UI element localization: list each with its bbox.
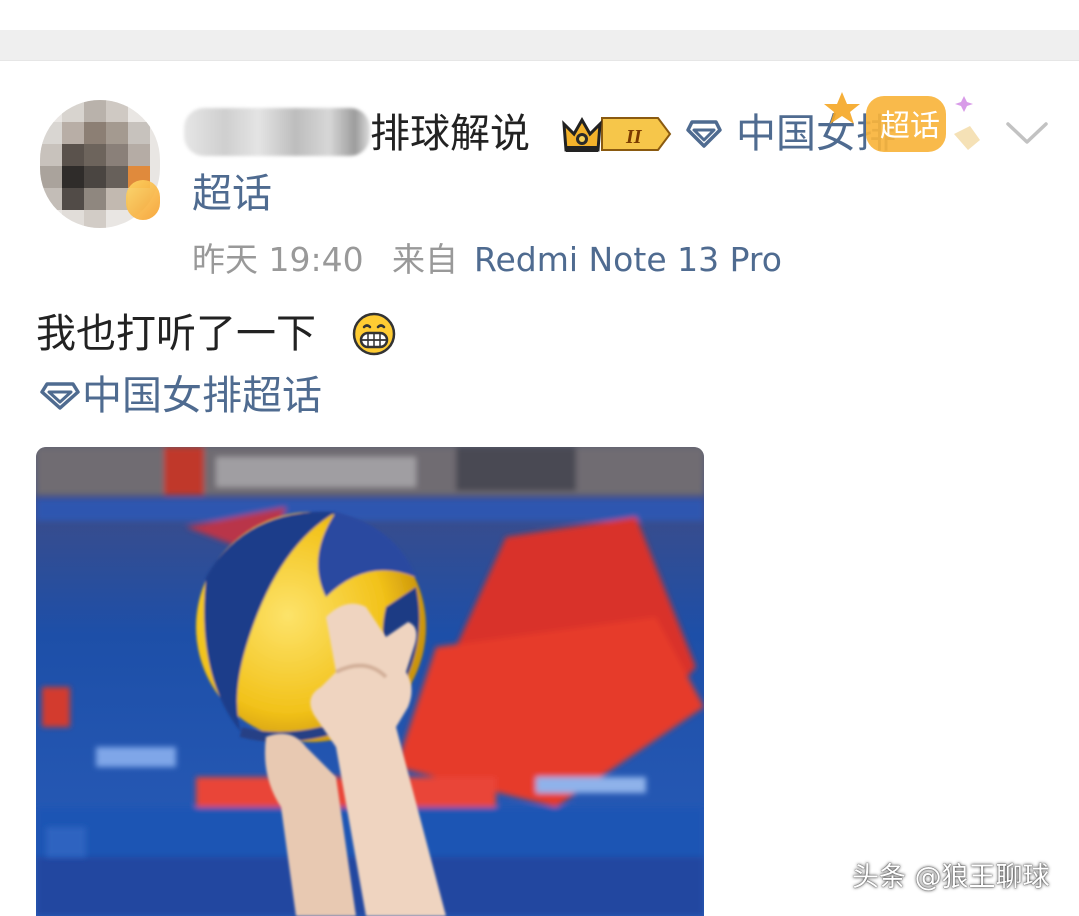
- author-name-blurred[interactable]: [184, 108, 370, 156]
- topic-tag-link[interactable]: 中国女排超话: [82, 368, 322, 424]
- post-image-volleyball[interactable]: [36, 447, 704, 916]
- svg-text:II: II: [625, 126, 643, 148]
- diamond-topic-icon: [686, 120, 722, 148]
- svg-text:超话: 超话: [880, 109, 940, 144]
- top-band: [0, 0, 1079, 30]
- chaohua-sticker: 超话: [824, 92, 980, 152]
- topic-link-continued[interactable]: 超话: [192, 168, 272, 220]
- post-text: 我也打听了一下: [36, 311, 316, 357]
- crown-badge-icon: II: [562, 116, 672, 152]
- source-watermark: 头条 @狼王聊球: [852, 862, 1050, 893]
- author-name[interactable]: 排球解说: [370, 108, 530, 160]
- source-device-link[interactable]: Redmi Note 13 Pro: [474, 238, 782, 282]
- post-time: 昨天 19:40: [192, 240, 364, 279]
- chevron-down-icon[interactable]: [1004, 118, 1050, 148]
- diamond-topic-icon: [40, 382, 80, 410]
- source-prefix: 来自: [392, 240, 458, 279]
- avatar-vip-badge: [126, 180, 160, 220]
- feed-separator: [0, 30, 1079, 61]
- grinning-face-emoji: [352, 312, 396, 356]
